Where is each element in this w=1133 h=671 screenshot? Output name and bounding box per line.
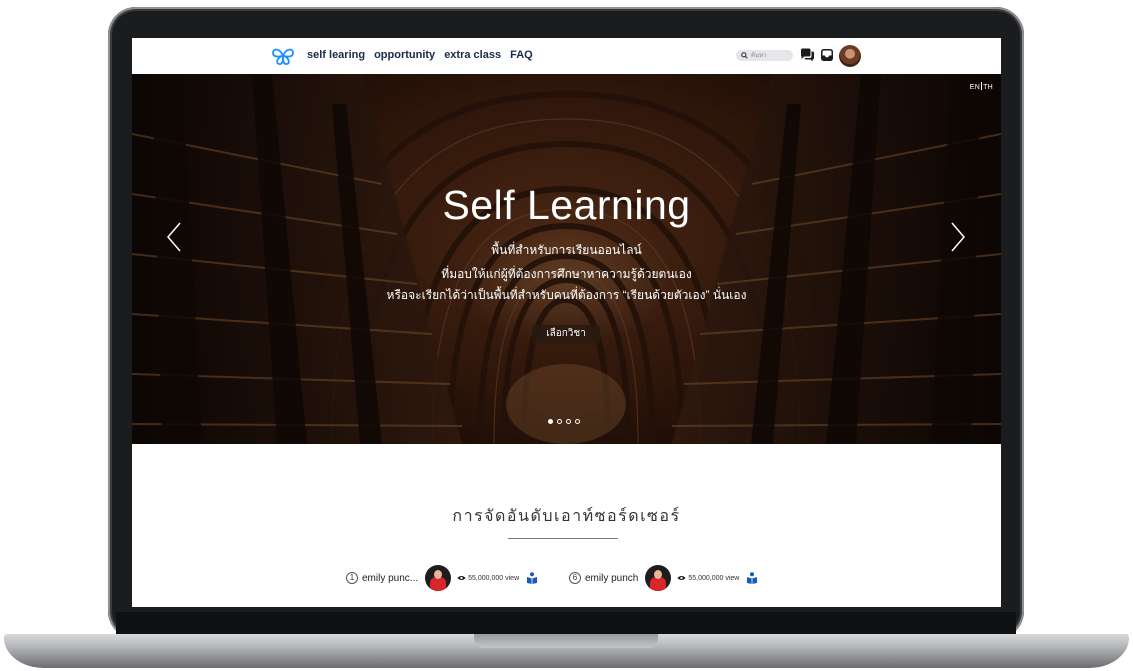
lang-th-option[interactable]: TH xyxy=(983,84,993,91)
rank-number: 1 xyxy=(346,572,358,584)
lang-divider xyxy=(981,82,983,90)
user-avatar[interactable] xyxy=(839,45,861,67)
search-icon xyxy=(741,52,748,59)
laptop-notch xyxy=(474,634,658,648)
rank-views-text: 55,000,000 view xyxy=(468,574,520,582)
carousel-dots xyxy=(548,419,580,424)
butterfly-logo-icon[interactable] xyxy=(271,46,295,66)
language-switcher: EN TH xyxy=(970,82,993,91)
hero-subtitle-line-3: หรือจะเรียกได้ว่าเป็นพื้นที่สำหรับคนที่ต… xyxy=(386,288,747,302)
eye-icon xyxy=(457,575,466,581)
rank-name[interactable]: emily punch xyxy=(585,573,638,584)
hero-subtitle-line-2: ที่มอบให้แก่ผู้ที่ต้องการศึกษาหาความรู้ด… xyxy=(441,267,692,281)
top-navbar: self learing opportunity extra class FAQ xyxy=(132,38,1001,74)
hero-title: Self Learning xyxy=(442,182,691,228)
ranking-item[interactable]: 1 emily punc... 55,000,000 view xyxy=(346,564,538,592)
rank-views: 55,000,000 view xyxy=(677,575,739,582)
hero-banner: EN TH Self Learning พื้นที่สำหรับการเรียน… xyxy=(132,74,1001,444)
nav-link-self-learning[interactable]: self learing xyxy=(307,49,365,61)
carousel-dot[interactable] xyxy=(557,419,562,424)
rank-views: 55,000,000 view xyxy=(457,575,519,582)
laptop-bezel xyxy=(116,612,1016,636)
search-input[interactable] xyxy=(748,51,789,60)
carousel-dot[interactable] xyxy=(566,419,571,424)
search-box[interactable] xyxy=(736,50,793,61)
ranking-item[interactable]: 6 emily punch 55,000,000 view xyxy=(569,564,758,592)
rank-views-text: 55,000,000 view xyxy=(688,574,740,582)
nav-links: self learing opportunity extra class FAQ xyxy=(307,49,533,61)
ranking-title: การจัดอันดับเอาท์ซอร์ดเซอร์ xyxy=(452,508,681,525)
reader-icon[interactable] xyxy=(527,572,538,584)
rank-number: 6 xyxy=(569,572,581,584)
chat-icon[interactable] xyxy=(800,48,815,62)
choose-subject-button[interactable]: เลือกวิชา xyxy=(532,325,600,343)
hero-subtitle-line-1: พื้นที่สำหรับการเรียนออนไลน์ xyxy=(491,243,642,257)
browser-screen: self learing opportunity extra class FAQ xyxy=(132,38,1001,607)
ranking-underline xyxy=(508,538,618,539)
reader-icon[interactable] xyxy=(747,572,758,584)
carousel-dot[interactable] xyxy=(548,419,553,424)
inbox-icon[interactable] xyxy=(821,49,833,61)
nav-link-faq[interactable]: FAQ xyxy=(510,49,533,61)
carousel-dot[interactable] xyxy=(575,419,580,424)
rank-avatar[interactable] xyxy=(425,565,452,591)
rank-avatar[interactable] xyxy=(645,565,672,591)
rank-name[interactable]: emily punc... xyxy=(362,573,418,584)
nav-link-opportunity[interactable]: opportunity xyxy=(374,49,435,61)
eye-icon xyxy=(677,575,686,581)
lang-en-option[interactable]: EN xyxy=(970,84,980,91)
nav-link-extra-class[interactable]: extra class xyxy=(444,49,501,61)
